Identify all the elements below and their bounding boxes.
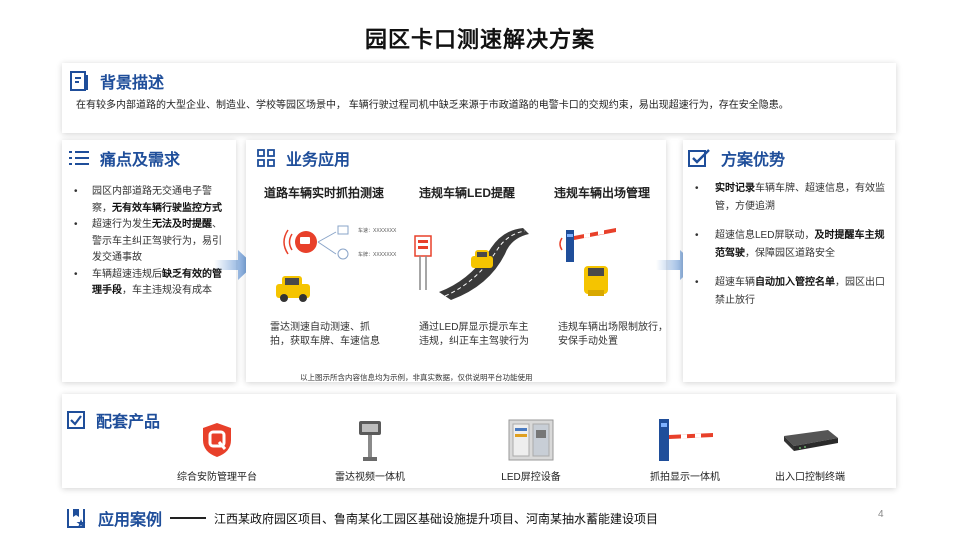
exit-barrier-illustration — [559, 228, 616, 296]
radar-camera-icon — [359, 421, 381, 461]
divider — [170, 517, 207, 519]
list-item: 车辆超速违规后缺乏有效的管理手段，车主违规没有成本 — [70, 267, 230, 300]
column-desc: 违规车辆出场限制放行，安保手动处置 — [558, 322, 668, 347]
shield-logo-icon — [203, 423, 231, 457]
control-cabinet-icon — [508, 419, 554, 461]
column-title: 违规车辆出场管理 — [554, 186, 651, 200]
business-column-exit: 违规车辆出场管理 违规车辆出场限制放行，安保手动处置 — [554, 184, 684, 347]
list-item: 实时记录车辆车牌、超速信息，有效监管，方便追溯 — [691, 180, 887, 216]
disclaimer-note: 以上图示所含内容信息均为示例，非真实数据，仅供说明平台功能使用 — [300, 373, 533, 382]
column-title: 违规车辆LED提醒 — [419, 186, 516, 200]
cases-row: 应用案例 江西某政府园区项目、鲁南某化工园区基础设施提升项目、河南某抽水蓄能建设… — [64, 506, 658, 530]
led-road-illustration — [414, 228, 529, 300]
checkbox-icon — [67, 411, 85, 429]
advantages-card: 方案优势 实时记录车辆车牌、超速信息，有效监管，方便追溯 超速信息LED屏联动，… — [683, 140, 895, 382]
grid-icon — [257, 149, 275, 167]
products-heading: 配套产品 — [66, 408, 160, 432]
business-column-led: 违规车辆LED提醒 通过LED屏显示提示车主违规，纠正车主驾驶行为 — [414, 184, 549, 347]
column-desc: 通过LED屏显示提示车主违规，纠正车主驾驶行为 — [419, 322, 529, 347]
business-card: 业务应用 道路车辆实时抓拍测速 车速：XXXXXXX 车牌：XXXXXXX 雷达… — [246, 140, 668, 382]
product-security-platform: 综合安防管理平台 — [157, 416, 277, 483]
page-title: 园区卡口测速解决方案 — [364, 27, 595, 52]
page-number: 4 — [878, 509, 884, 520]
product-radar-camera: 雷达视频一体机 — [310, 416, 430, 483]
check-edit-icon — [688, 149, 710, 167]
list-item: 超速行为发生无法及时提醒、警示车主纠正驾驶行为，易引发交通事故 — [70, 217, 230, 267]
background-text: 在有较多内部道路的大型企业、制造业、学校等园区场景中， 车辆行驶过程司机中缺乏来… — [76, 100, 789, 111]
pain-heading: 痛点及需求 — [68, 146, 180, 170]
speed-tag: 车速：XXXXXXX — [358, 228, 397, 234]
terminal-device-icon — [784, 430, 838, 451]
list-icon — [69, 151, 89, 165]
cases-heading: 应用案例 — [64, 506, 162, 530]
background-card: 背景描述 在有较多内部道路的大型企业、制造业、学校等园区场景中， 车辆行驶过程司… — [62, 63, 896, 133]
business-heading: 业务应用 — [256, 146, 350, 170]
product-led-controller: LED屏控设备 — [471, 416, 591, 483]
products-card: 配套产品 综合安防管理平台 雷达视频一体机 LED屏控设备 抓拍显示一体机 出入… — [62, 394, 896, 488]
cases-text: 江西某政府园区项目、鲁南某化工园区基础设施提升项目、河南某抽水蓄能建设项目 — [214, 511, 659, 526]
pain-points-card: 痛点及需求 园区内部道路无交通电子警察，无有效车辆行驶监控方式 超速行为发生无法… — [62, 140, 236, 382]
product-access-terminal: 出入口控制终端 — [750, 416, 870, 483]
product-capture-display: 抓拍显示一体机 — [625, 416, 745, 483]
advantages-list: 实时记录车辆车牌、超速信息，有效监管，方便追溯 超速信息LED屏联动，及时提醒车… — [691, 180, 887, 321]
bookmark-star-icon — [67, 509, 86, 528]
advantages-heading: 方案优势 — [687, 146, 785, 170]
speed-capture-illustration — [276, 225, 349, 302]
column-title: 道路车辆实时抓拍测速 — [264, 186, 385, 200]
background-heading: 背景描述 — [68, 69, 164, 93]
barrier-gate-icon — [659, 419, 713, 461]
list-item: 超速信息LED屏联动，及时提醒车主规范驾驶，保障园区道路安全 — [691, 227, 887, 263]
column-desc: 雷达测速自动测速、抓拍，获取车牌、车速信息 — [270, 322, 380, 347]
pain-list: 园区内部道路无交通电子警察，无有效车辆行驶监控方式 超速行为发生无法及时提醒、警… — [70, 184, 230, 300]
business-column-speed: 道路车辆实时抓拍测速 车速：XXXXXXX 车牌：XXXXXXX 雷达测速自动测… — [264, 184, 396, 347]
plate-tag: 车牌：XXXXXXX — [358, 252, 397, 258]
list-item: 园区内部道路无交通电子警察，无有效车辆行驶监控方式 — [70, 184, 230, 217]
list-item: 超速车辆自动加入管控名单，园区出口禁止放行 — [691, 274, 887, 310]
document-icon — [70, 71, 88, 91]
